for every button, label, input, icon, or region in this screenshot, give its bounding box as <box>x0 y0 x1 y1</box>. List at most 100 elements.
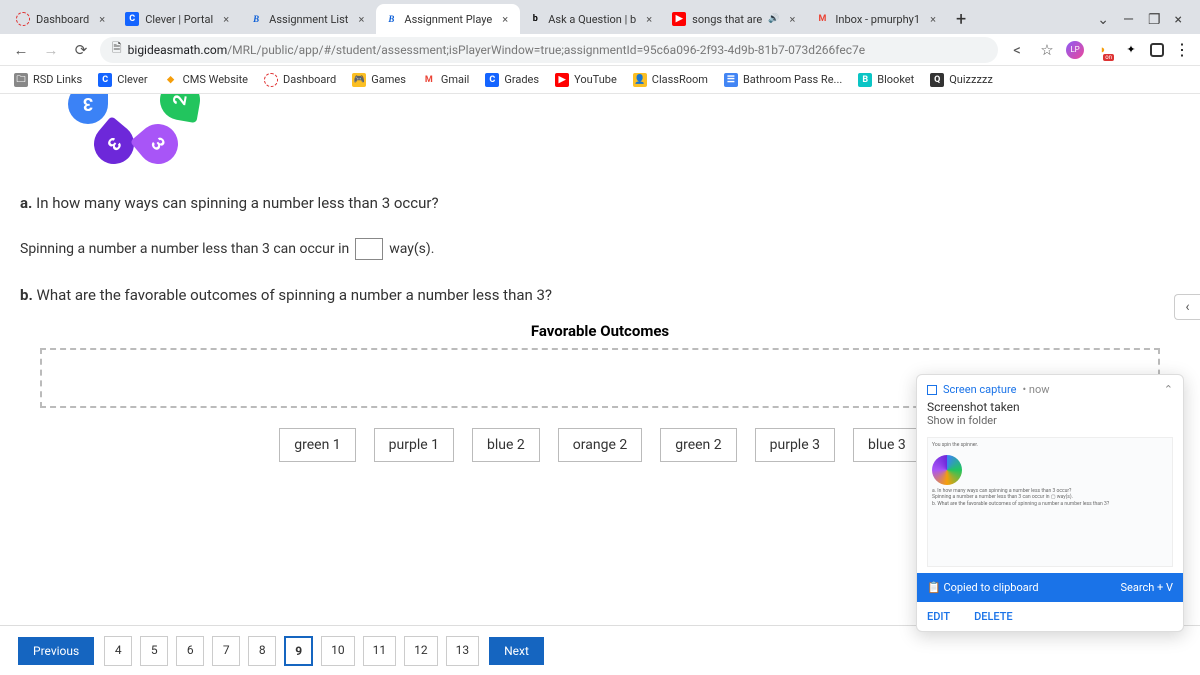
url-input[interactable]: 🗎 bigideasmath.com/MRL/public/app/#/stud… <box>100 37 998 63</box>
ext-puzzle-icon[interactable]: ✦ <box>1122 41 1140 59</box>
bookmark-gmail[interactable]: MGmail <box>422 73 469 87</box>
question-a: a. In how many ways can spinning a numbe… <box>20 194 1180 212</box>
previous-button[interactable]: Previous <box>18 637 94 665</box>
page-11[interactable]: 11 <box>363 636 397 666</box>
ext-stop-icon[interactable] <box>1150 43 1164 57</box>
tab-assignment-player[interactable]: B Assignment Playe × <box>376 4 520 34</box>
close-icon[interactable]: × <box>926 12 940 26</box>
bookmark-youtube[interactable]: ▶YouTube <box>555 73 617 87</box>
notif-time: • now <box>1022 383 1049 396</box>
tile[interactable]: green 1 <box>279 428 355 462</box>
edit-button[interactable]: EDIT <box>927 610 950 623</box>
spinner-graphic: 3 2 3 3 <box>20 94 1180 174</box>
minimize-icon[interactable]: — <box>1119 10 1138 30</box>
tab-youtube[interactable]: ▶ songs that are 🔊 × <box>664 4 807 34</box>
window-controls: ⌄ — ❐ × <box>1087 10 1192 34</box>
clever-icon: C <box>125 12 139 26</box>
answer-a: Spinning a number a number less than 3 c… <box>20 238 1180 260</box>
back-button[interactable]: ← <box>10 39 32 61</box>
chevron-down-icon[interactable]: ⌄ <box>1093 10 1113 30</box>
tab-label: Assignment List <box>269 13 348 26</box>
bookmark-dashboard[interactable]: Dashboard <box>264 73 336 87</box>
answer-prefix: Spinning a number a number less than 3 c… <box>20 241 349 257</box>
page-9[interactable]: 9 <box>284 636 313 666</box>
delete-button[interactable]: DELETE <box>974 610 1013 623</box>
tile[interactable]: orange 2 <box>558 428 642 462</box>
notif-subtitle[interactable]: Show in folder <box>927 414 1173 427</box>
close-icon[interactable]: × <box>785 12 799 26</box>
close-window-icon[interactable]: × <box>1171 10 1186 30</box>
collapse-sidebar-button[interactable]: ‹ <box>1174 294 1200 320</box>
question-text: In how many ways can spinning a number l… <box>36 194 438 212</box>
tile[interactable]: purple 1 <box>374 428 454 462</box>
close-icon[interactable]: × <box>642 12 656 26</box>
kebab-menu-icon[interactable]: ⋮ <box>1174 40 1190 59</box>
close-icon[interactable]: × <box>354 12 368 26</box>
answer-input[interactable] <box>355 238 383 260</box>
notif-app: Screen capture <box>943 383 1016 396</box>
bookmark-grades[interactable]: CGrades <box>485 73 539 87</box>
page-5[interactable]: 5 <box>140 636 168 666</box>
youtube-icon: ▶ <box>672 12 686 26</box>
page-6[interactable]: 6 <box>176 636 204 666</box>
ext-securly-icon[interactable]: ◗on <box>1094 41 1112 59</box>
share-icon[interactable]: < <box>1006 39 1028 61</box>
page-13[interactable]: 13 <box>446 636 480 666</box>
collapse-icon[interactable]: ⌃ <box>1164 383 1173 396</box>
copied-label: Copied to clipboard <box>943 581 1038 594</box>
tab-clever[interactable]: C Clever | Portal × <box>117 4 241 34</box>
ext-lp-icon[interactable]: LP <box>1066 41 1084 59</box>
bookmark-quizzzzz[interactable]: QQuizzzzz <box>930 73 993 87</box>
bookmark-games[interactable]: 🎮Games <box>352 73 406 87</box>
forward-button[interactable]: → <box>40 39 62 61</box>
url-path: /MRL/public/app/#/student/assessment;isP… <box>227 43 865 57</box>
tab-label: Clever | Portal <box>145 13 213 26</box>
gmail-icon: M <box>815 12 829 26</box>
close-icon[interactable]: × <box>498 12 512 26</box>
question-b: b. What are the favorable outcomes of sp… <box>20 286 1180 304</box>
close-icon[interactable]: × <box>219 12 233 26</box>
tab-label: Ask a Question | b <box>548 13 636 26</box>
question-label: a. <box>20 194 32 212</box>
page-10[interactable]: 10 <box>321 636 355 666</box>
tile[interactable]: purple 3 <box>755 428 835 462</box>
site-info-icon[interactable]: 🗎 <box>112 39 122 60</box>
bookmark-blooket[interactable]: BBlooket <box>858 73 914 87</box>
bookmark-classroom[interactable]: 👤ClassRoom <box>633 73 708 87</box>
page-8[interactable]: 8 <box>248 636 276 666</box>
bookmark-cms[interactable]: ◆CMS Website <box>164 73 248 87</box>
page-7[interactable]: 7 <box>212 636 240 666</box>
notif-thumbnail: You spin the spinner. a. In how many way… <box>927 437 1173 567</box>
bookmark-rsd[interactable]: 🗀RSD Links <box>14 73 82 87</box>
audio-icon: 🔊 <box>768 14 779 24</box>
tab-assignment-list[interactable]: B Assignment List × <box>241 4 376 34</box>
bookmark-clever[interactable]: CClever <box>98 73 147 87</box>
next-button[interactable]: Next <box>489 637 544 665</box>
tab-dashboard[interactable]: Dashboard × <box>8 4 117 34</box>
answer-suffix: way(s). <box>389 241 434 257</box>
tile[interactable]: blue 2 <box>472 428 540 462</box>
reload-button[interactable]: ⟳ <box>70 39 92 61</box>
page-4[interactable]: 4 <box>104 636 132 666</box>
capture-icon <box>927 385 937 395</box>
tile[interactable]: green 2 <box>660 428 736 462</box>
favorable-outcomes-header: Favorable Outcomes <box>20 322 1180 340</box>
bigideas-icon: B <box>384 12 398 26</box>
tab-label: songs that are <box>692 13 762 26</box>
brainly-icon: b <box>528 12 542 26</box>
tab-label: Assignment Playe <box>404 13 492 26</box>
bookmark-bathroom[interactable]: ☰Bathroom Pass Re... <box>724 73 842 87</box>
tab-ask[interactable]: b Ask a Question | b × <box>520 4 664 34</box>
notif-title: Screenshot taken <box>927 400 1173 414</box>
extensions: LP ◗on ✦ ⋮ <box>1066 40 1190 59</box>
tile[interactable]: blue 3 <box>853 428 921 462</box>
search-hint: Search + V <box>1121 581 1174 594</box>
bookmark-star-icon[interactable]: ☆ <box>1036 39 1058 61</box>
tab-gmail[interactable]: M Inbox - pmurphy1 × <box>807 4 948 34</box>
canvas-icon <box>16 12 30 26</box>
tab-label: Inbox - pmurphy1 <box>835 13 920 26</box>
new-tab-button[interactable]: + <box>948 9 974 34</box>
close-icon[interactable]: × <box>95 12 109 26</box>
page-12[interactable]: 12 <box>404 636 438 666</box>
restore-icon[interactable]: ❐ <box>1144 10 1165 30</box>
